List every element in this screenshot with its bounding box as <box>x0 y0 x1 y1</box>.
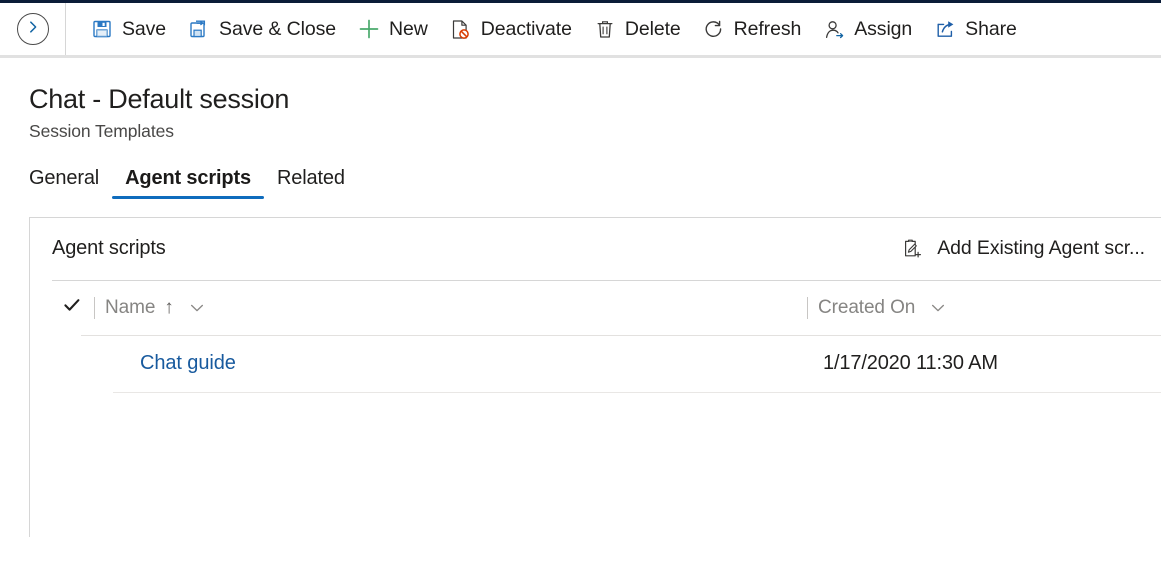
delete-button[interactable]: Delete <box>583 9 692 49</box>
sort-ascending-icon: ↑ <box>164 296 174 318</box>
delete-button-label: Delete <box>624 17 681 40</box>
grid-column-header-row: Name ↑ Created On <box>30 281 1161 335</box>
save-button-label: Save <box>122 17 167 40</box>
column-header-name-label: Name <box>105 296 156 318</box>
save-and-close-icon <box>188 18 210 40</box>
header-divider <box>94 296 95 319</box>
refresh-button-label: Refresh <box>733 17 802 40</box>
share-icon <box>934 18 956 40</box>
assign-button[interactable]: Assign <box>812 9 923 49</box>
deactivate-icon <box>450 18 472 40</box>
assign-person-icon <box>823 18 845 40</box>
deactivate-button[interactable]: Deactivate <box>439 9 583 49</box>
column-header-created-on[interactable]: Created On <box>818 297 947 319</box>
agent-scripts-subgrid-card: Agent scripts Add Existing Agent scr... <box>29 216 1161 537</box>
new-button-label: New <box>389 17 428 40</box>
share-button[interactable]: Share <box>923 9 1028 49</box>
add-existing-record-icon <box>901 238 923 260</box>
trash-icon <box>594 18 616 40</box>
deactivate-button-label: Deactivate <box>480 17 572 40</box>
save-and-close-button[interactable]: Save & Close <box>177 9 347 49</box>
tab-list: General Agent scripts Related <box>0 163 1161 199</box>
record-link-chat-guide[interactable]: Chat guide <box>140 352 236 374</box>
add-existing-agent-script-button[interactable]: Add Existing Agent scr... <box>893 229 1157 269</box>
save-button[interactable]: Save <box>80 9 177 49</box>
tab-related[interactable]: Related <box>264 167 358 199</box>
grid-row-rule <box>113 391 1161 393</box>
cell-name: Chat guide <box>105 352 805 375</box>
chevron-right-circle-icon <box>26 20 40 39</box>
chevron-down-icon[interactable] <box>188 299 206 317</box>
page-title: Chat - Default session <box>29 84 290 114</box>
back-button-zone <box>0 3 66 55</box>
refresh-button[interactable]: Refresh <box>692 9 813 49</box>
select-all-checkbox[interactable] <box>52 295 92 320</box>
share-button-label: Share <box>965 17 1017 40</box>
new-button[interactable]: New <box>347 9 439 49</box>
cell-created-on: 1/17/2020 11:30 AM <box>823 352 998 375</box>
save-and-close-button-label: Save & Close <box>219 17 336 40</box>
subgrid-title: Agent scripts <box>52 237 166 260</box>
add-existing-agent-script-label: Add Existing Agent scr... <box>937 237 1145 260</box>
command-bar-items: Save Save & Close New Deactivate Delete … <box>66 3 1028 55</box>
back-button[interactable] <box>16 13 49 45</box>
header-divider-2 <box>807 296 808 319</box>
command-bar: Save Save & Close New Deactivate Delete … <box>0 3 1161 58</box>
tab-agent-scripts[interactable]: Agent scripts <box>112 167 264 199</box>
page-subtitle: Session Templates <box>29 120 174 141</box>
column-header-name[interactable]: Name ↑ <box>105 297 805 319</box>
column-header-created-on-label: Created On <box>818 296 916 318</box>
assign-button-label: Assign <box>854 17 913 40</box>
save-icon <box>91 18 113 40</box>
page-header: Chat - Default session Session Templates <box>0 58 1161 142</box>
plus-icon <box>358 18 380 40</box>
tab-general[interactable]: General <box>16 167 112 199</box>
table-row[interactable]: Chat guide 1/17/2020 11:30 AM <box>30 336 1161 392</box>
chevron-down-icon[interactable] <box>929 299 947 317</box>
refresh-icon <box>703 18 725 40</box>
checkmark-icon <box>62 295 82 320</box>
subgrid-header: Agent scripts Add Existing Agent scr... <box>30 218 1161 280</box>
